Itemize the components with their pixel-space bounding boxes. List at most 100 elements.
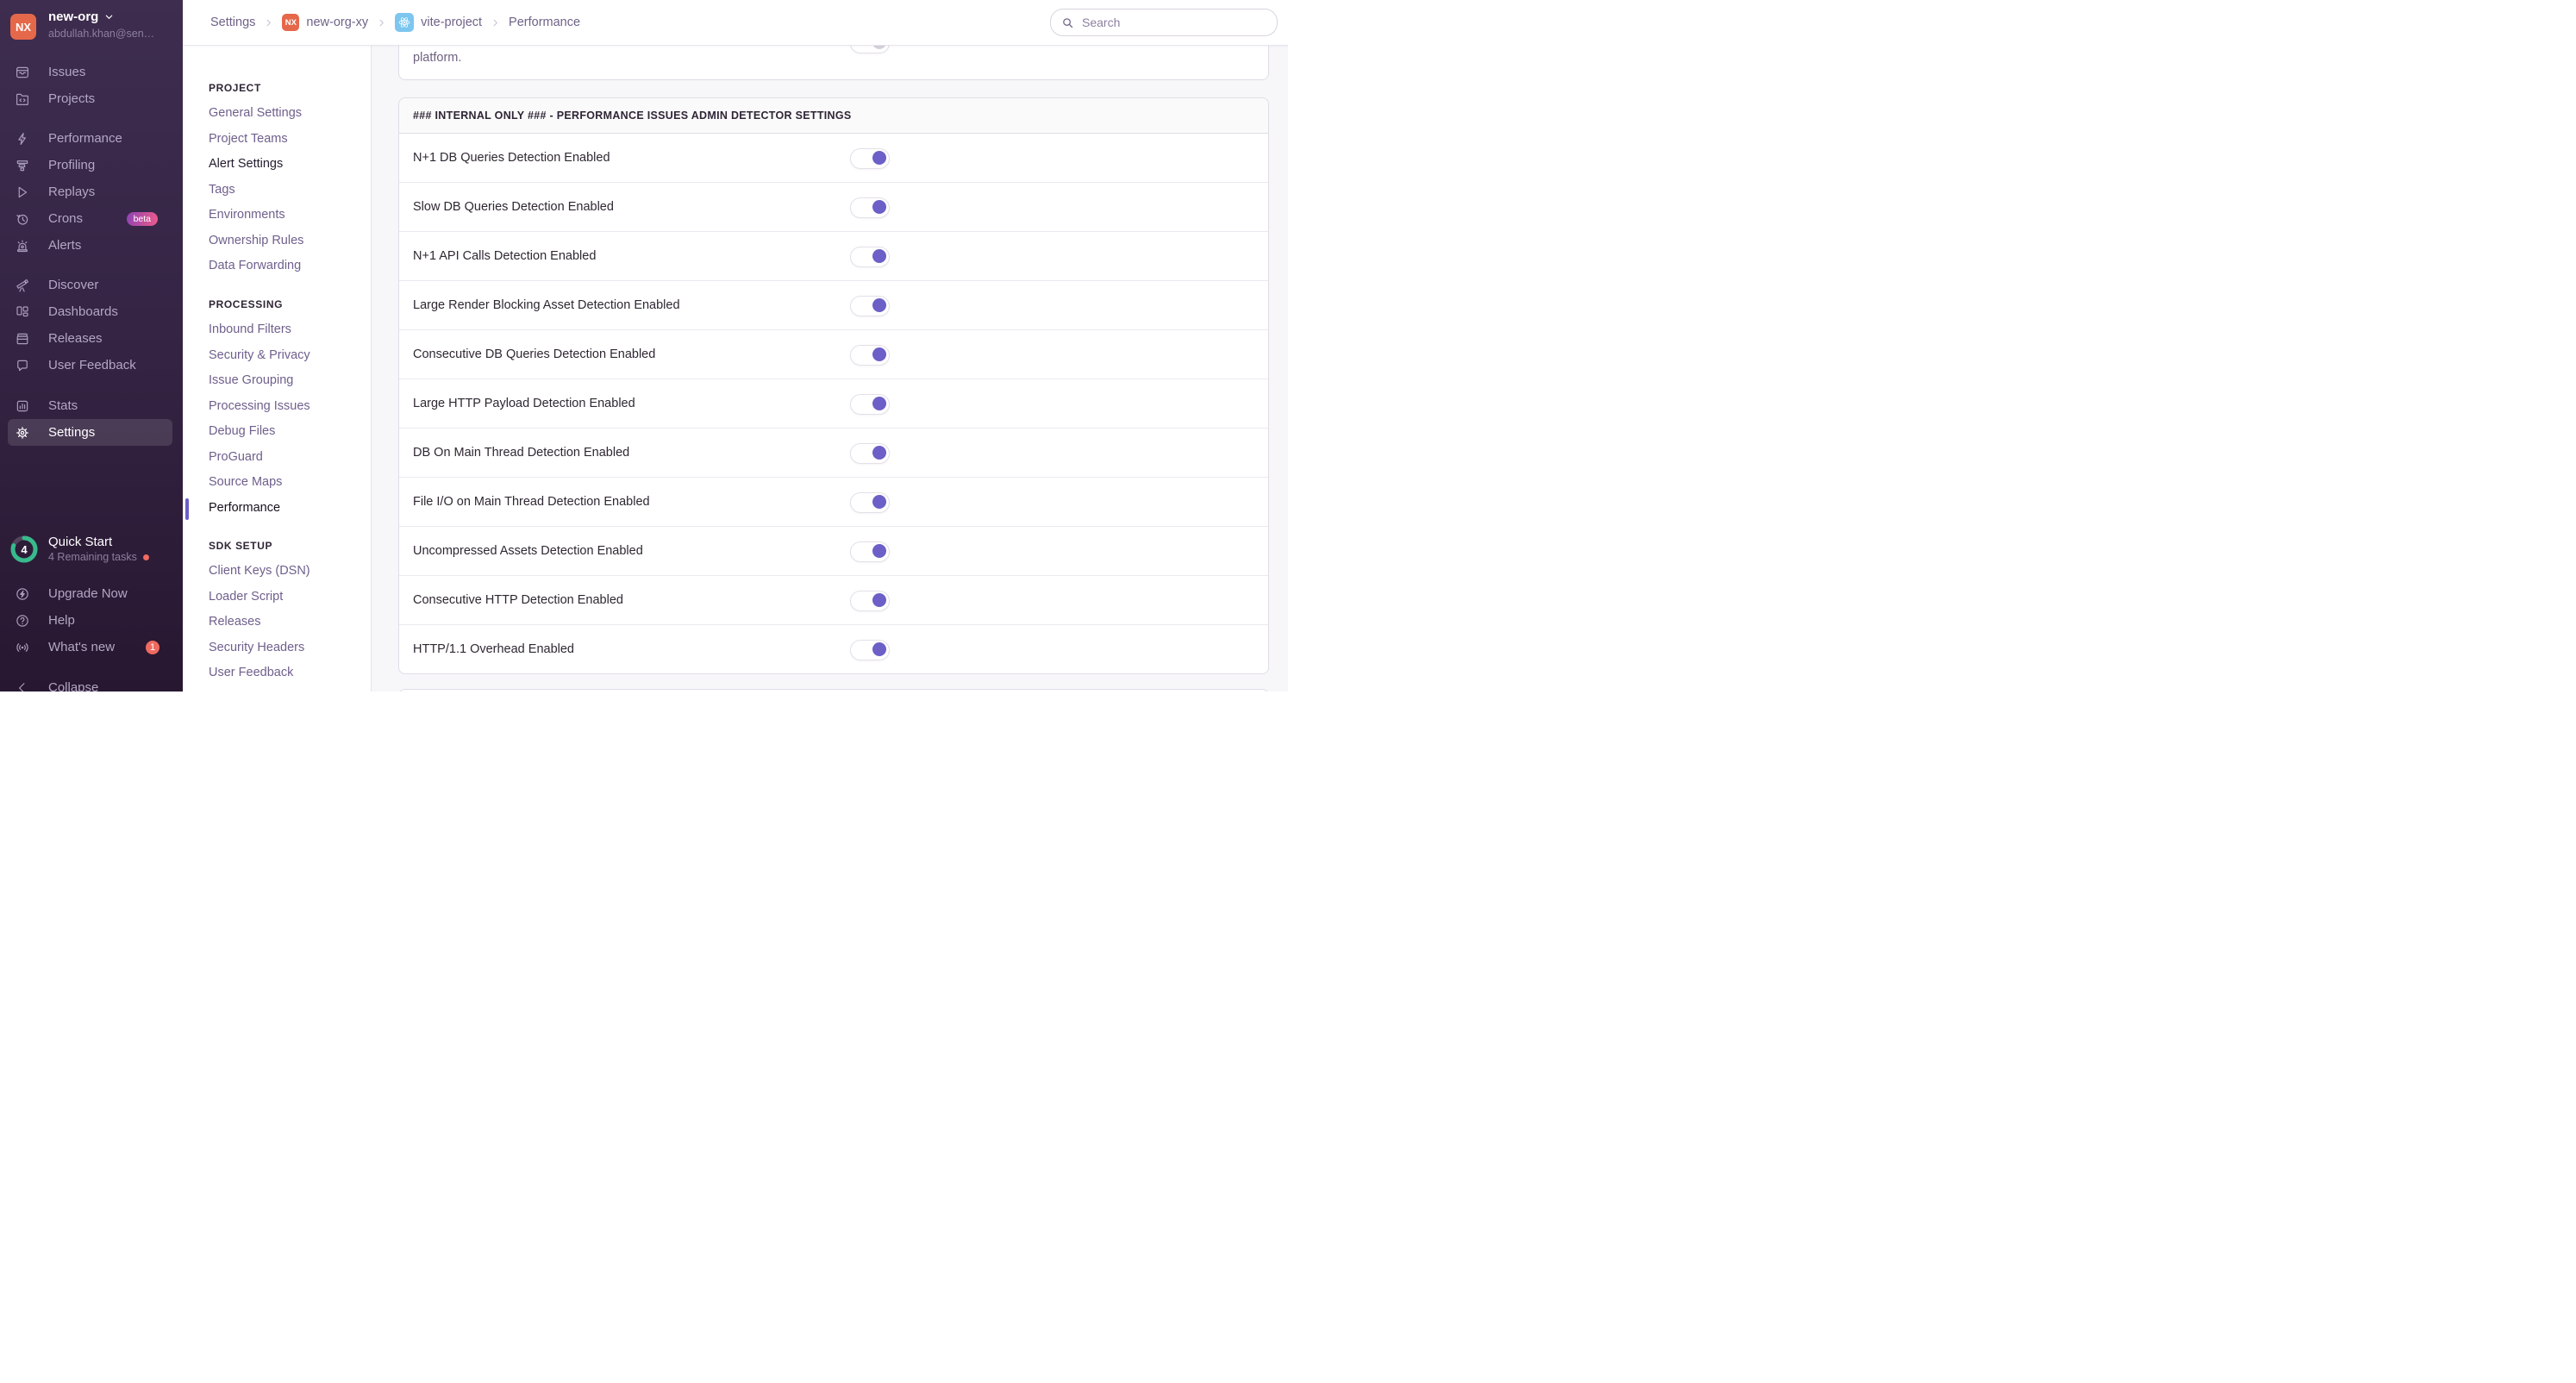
org-user-email: abdullah.khan@sen… bbox=[48, 28, 155, 40]
sentry-settings-page: NX new-org abdullah.khan@sen… Issues Proj… bbox=[0, 0, 1288, 692]
collapse-icon bbox=[15, 680, 30, 692]
subnav-item-security-privacy[interactable]: Security & Privacy bbox=[183, 343, 371, 369]
subnav-item-tags[interactable]: Tags bbox=[183, 178, 371, 203]
org-switcher[interactable]: NX new-org abdullah.khan@sen… bbox=[0, 0, 183, 55]
sidebar-item-issues[interactable]: Issues bbox=[8, 59, 172, 85]
sidebar-item-label: User Feedback bbox=[48, 358, 136, 372]
breadcrumb-item-vite-project[interactable]: vite-project bbox=[395, 13, 482, 32]
subnav-item-user-feedback[interactable]: User Feedback bbox=[183, 660, 371, 686]
breadcrumb-item-performance[interactable]: Performance bbox=[509, 16, 580, 29]
toggle-knob bbox=[872, 347, 886, 361]
breadcrumb-item-new-org-xy[interactable]: NX new-org-xy bbox=[282, 14, 368, 31]
subnav-item-debug-files[interactable]: Debug Files bbox=[183, 419, 371, 445]
help-icon bbox=[15, 613, 30, 629]
subnav-item-releases[interactable]: Releases bbox=[183, 610, 371, 635]
sidebar-item-dashboards[interactable]: Dashboards bbox=[8, 298, 172, 325]
org-avatar: NX bbox=[10, 14, 36, 40]
toggle-knob bbox=[872, 249, 886, 263]
toggle-consecutive-http-detection-enabled[interactable] bbox=[850, 591, 890, 611]
subnav-item-processing-issues[interactable]: Processing Issues bbox=[183, 394, 371, 420]
sidebar-item-performance[interactable]: Performance bbox=[8, 125, 172, 152]
toggle-http-1-1-overhead-enabled[interactable] bbox=[850, 640, 890, 660]
subnav-item-alert-settings[interactable]: Alert Settings bbox=[183, 152, 371, 178]
subnav-item-security-headers[interactable]: Security Headers bbox=[183, 635, 371, 661]
quick-start-title: Quick Start bbox=[48, 535, 113, 549]
crons-icon bbox=[15, 211, 30, 227]
setting-row: Large HTTP Payload Detection Enabled bbox=[399, 379, 1268, 428]
subnav-item-general-settings[interactable]: General Settings bbox=[183, 101, 371, 127]
sidebar-item-crons[interactable]: Crons beta bbox=[8, 205, 172, 232]
toggle-n-1-api-calls-detection-enabled[interactable] bbox=[850, 247, 890, 267]
sidebar-item-settings[interactable]: Settings bbox=[8, 419, 172, 446]
sidebar-item-label: Stats bbox=[48, 398, 78, 413]
sidebar-item-what-s-new[interactable]: What's new 1 bbox=[8, 634, 172, 660]
discover-icon bbox=[15, 278, 30, 293]
toggle-knob bbox=[872, 495, 886, 509]
org-name: new-org bbox=[48, 9, 114, 24]
breadcrumb-label: Performance bbox=[509, 16, 581, 29]
sidebar-item-alerts[interactable]: Alerts bbox=[8, 232, 172, 259]
toggle-slow-db-queries-detection-enabled[interactable] bbox=[850, 197, 890, 218]
sidebar-item-help[interactable]: Help bbox=[8, 607, 172, 634]
breadcrumb-separator-icon bbox=[491, 18, 500, 28]
quick-start[interactable]: 4 Quick Start 4 Remaining tasks bbox=[0, 535, 183, 569]
beta-badge: beta bbox=[126, 211, 158, 226]
sidebar-collapse-button[interactable]: Collapse bbox=[8, 674, 172, 692]
sidebar-item-user-feedback[interactable]: User Feedback bbox=[8, 352, 172, 379]
subnav-item-performance[interactable]: Performance bbox=[183, 496, 371, 522]
top-header: Settings NX new-org-xy vite-project Performa… bbox=[183, 0, 1288, 46]
sidebar-item-discover[interactable]: Discover bbox=[8, 272, 172, 298]
toggle-file-i-o-on-main-thread-detection-enabled[interactable] bbox=[850, 492, 890, 513]
projects-icon bbox=[15, 91, 30, 107]
search-box[interactable] bbox=[1050, 9, 1278, 36]
setting-row: DB On Main Thread Detection Enabled bbox=[399, 428, 1268, 477]
sidebar-collapse-group: Collapse bbox=[0, 674, 183, 692]
sidebar-item-label: What's new bbox=[48, 640, 116, 654]
sidebar-item-projects[interactable]: Projects bbox=[8, 85, 172, 112]
quick-start-count: 4 bbox=[21, 542, 28, 556]
toggle-large-render-blocking-asset-detection-enabled[interactable] bbox=[850, 296, 890, 316]
toggle-n-1-db-queries-detection-enabled[interactable] bbox=[850, 148, 890, 169]
toggle-knob bbox=[872, 544, 886, 558]
sidebar-item-releases[interactable]: Releases bbox=[8, 325, 172, 352]
subnav-item-project-teams[interactable]: Project Teams bbox=[183, 127, 371, 153]
setting-row: Uncompressed Assets Detection Enabled bbox=[399, 526, 1268, 575]
user-feedback-icon bbox=[15, 358, 30, 373]
setting-row: Slow DB Queries Detection Enabled bbox=[399, 182, 1268, 231]
sidebar-item-label: Projects bbox=[48, 91, 96, 106]
setting-label: Large HTTP Payload Detection Enabled bbox=[413, 397, 635, 410]
sidebar-item-label: Performance bbox=[48, 131, 122, 146]
detector-rows: N+1 DB Queries Detection Enabled Slow DB … bbox=[399, 134, 1268, 673]
breadcrumb-item-settings[interactable]: Settings bbox=[210, 16, 255, 29]
subnav-item-source-maps[interactable]: Source Maps bbox=[183, 470, 371, 496]
toggle-uncompressed-assets-detection-enabled[interactable] bbox=[850, 541, 890, 562]
sidebar-item-profiling[interactable]: Profiling bbox=[8, 152, 172, 178]
subnav-item-ownership-rules[interactable]: Ownership Rules bbox=[183, 228, 371, 254]
subnav-section-sdk-setup: SDK SETUP Client Keys (DSN) Loader Script R… bbox=[183, 540, 371, 686]
toggle-consecutive-db-queries-detection-enabled[interactable] bbox=[850, 345, 890, 366]
toggle-db-on-main-thread-detection-enabled[interactable] bbox=[850, 443, 890, 464]
toggle-large-http-payload-detection-enabled[interactable] bbox=[850, 394, 890, 415]
sidebar-item-upgrade-now[interactable]: Upgrade Now bbox=[8, 580, 172, 607]
sidebar-item-label: Help bbox=[48, 613, 75, 628]
toggle-knob bbox=[872, 446, 886, 460]
sidebar-item-replays[interactable]: Replays bbox=[8, 178, 172, 205]
subnav-item-data-forwarding[interactable]: Data Forwarding bbox=[183, 253, 371, 279]
subnav-item-client-keys-dsn-[interactable]: Client Keys (DSN) bbox=[183, 559, 371, 585]
sidebar-item-label: Alerts bbox=[48, 238, 82, 253]
sidebar-item-label: Dashboards bbox=[48, 304, 118, 319]
setting-label: Consecutive HTTP Detection Enabled bbox=[413, 593, 623, 607]
subnav-item-environments[interactable]: Environments bbox=[183, 203, 371, 228]
toggle-knob bbox=[872, 593, 886, 607]
settings-content: platform. ### INTERNAL ONLY ### - PERFOR… bbox=[371, 45, 1288, 692]
subnav-item-inbound-filters[interactable]: Inbound Filters bbox=[183, 317, 371, 343]
subnav-item-proguard[interactable]: ProGuard bbox=[183, 445, 371, 471]
toggle[interactable] bbox=[850, 45, 890, 53]
setting-label: File I/O on Main Thread Detection Enable… bbox=[413, 495, 650, 509]
sidebar-item-stats[interactable]: Stats bbox=[8, 392, 172, 419]
subnav-items: General Settings Project Teams Alert Setti… bbox=[183, 101, 371, 279]
subnav-item-issue-grouping[interactable]: Issue Grouping bbox=[183, 368, 371, 394]
subnav-item-loader-script[interactable]: Loader Script bbox=[183, 585, 371, 610]
search-input[interactable] bbox=[1080, 15, 1277, 30]
stats-icon bbox=[15, 398, 30, 414]
